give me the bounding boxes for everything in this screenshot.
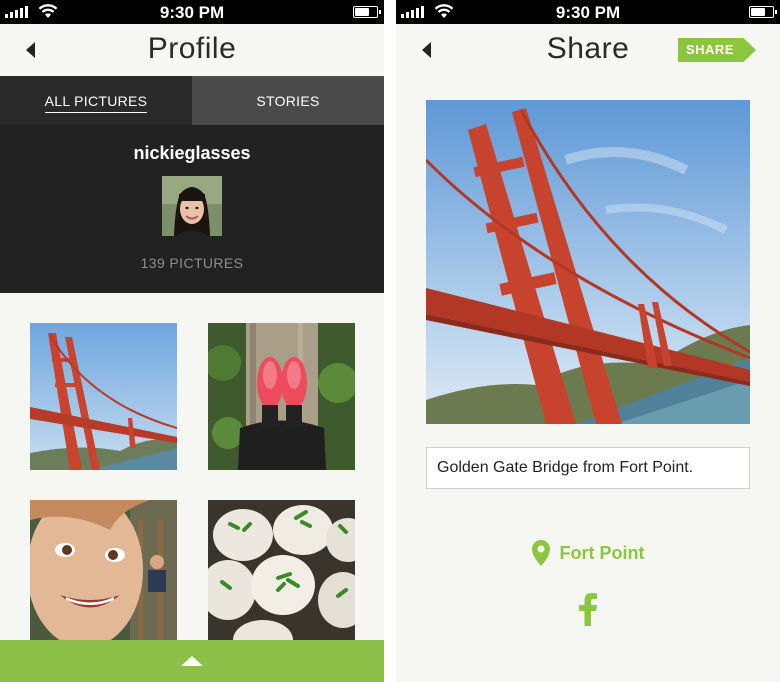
grid-item-child[interactable] [30,500,177,647]
photo-image [30,323,177,470]
avatar-image [162,176,222,236]
share-button[interactable]: SHARE [677,38,756,62]
avatar[interactable] [162,176,222,236]
tab-label: ALL PICTURES [44,93,148,113]
grid-item-buns[interactable] [208,500,355,647]
shared-photo [426,100,750,424]
navigation-bar: Share SHARE [396,24,780,76]
battery-icon [749,6,777,18]
location-button[interactable]: Fort Point [396,540,780,566]
tab-label: STORIES [256,92,320,109]
username: nickieglasses [133,143,251,163]
share-screen: 9:30 PM Share SHARE Golden Gate Bridge f… [396,0,780,682]
status-time: 9:30 PM [159,3,225,22]
status-bar: 9:30 PM [0,0,384,24]
profile-screen: 9:30 PM Profile ALL PICTURES STORIES nic… [0,0,384,682]
location-label: Fort Point [559,542,645,563]
map-pin-icon [531,540,550,566]
facebook-button[interactable] [576,592,600,626]
expand-bar[interactable] [0,640,384,682]
battery-icon [353,6,381,18]
tab-all-pictures[interactable]: ALL PICTURES [0,76,192,125]
photo-image [426,100,750,424]
tab-stories[interactable]: STORIES [192,76,384,125]
picture-grid [0,293,384,682]
chevron-up-icon [181,656,203,666]
status-bar: 9:30 PM [396,0,780,24]
navigation-bar: Profile [0,24,384,76]
profile-header: nickieglasses 139 PICTURES [0,125,384,293]
page-title: Profile [147,32,237,65]
caption-input[interactable] [426,447,750,489]
photo-image [30,500,177,647]
grid-item-sneakers[interactable] [208,323,355,470]
photo-image [208,323,355,470]
photo-image [208,500,355,647]
profile-tabs: ALL PICTURES STORIES [0,76,384,125]
status-time: 9:30 PM [555,3,621,22]
picture-count: 139 PICTURES [140,255,244,271]
facebook-icon [579,593,597,626]
grid-item-golden-gate[interactable] [30,323,177,470]
